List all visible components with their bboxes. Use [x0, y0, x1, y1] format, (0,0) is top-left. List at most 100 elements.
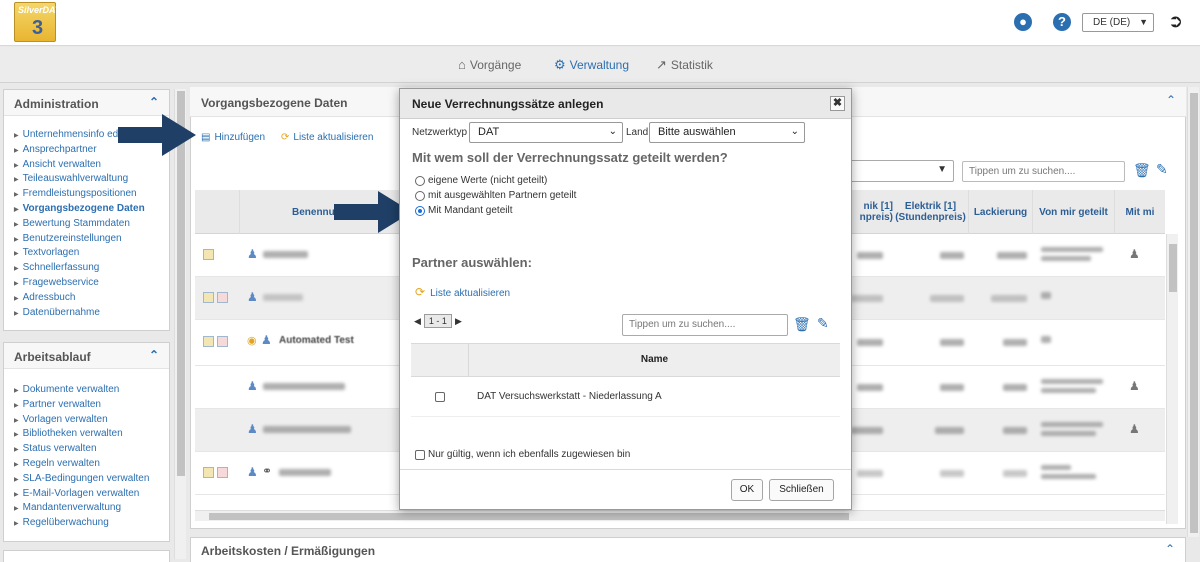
nav-statistik[interactable]: ↗ Statistik	[656, 57, 713, 73]
header-elektrik[interactable]: Elektrik [1] (Stundenpreis)	[893, 190, 969, 234]
sidebar-item-vorgangsbezogene-daten[interactable]: ▶ Vorgangsbezogene Daten	[14, 202, 169, 217]
sidebar-item-vorlagen[interactable]: ▶ Vorlagen verwalten	[14, 413, 169, 428]
dialog-footer: OK Schließen	[400, 469, 851, 509]
radio-mandant[interactable]: Mit Mandant geteilt	[415, 205, 513, 216]
blurred-text	[1041, 465, 1071, 470]
delete-row-icon[interactable]	[217, 336, 228, 347]
close-button[interactable]: Schließen	[769, 479, 834, 501]
delete-row-icon[interactable]	[217, 467, 228, 478]
sidebar-item-bibliotheken[interactable]: ▶ Bibliotheken verwalten	[14, 427, 169, 442]
radio-eigene-werte[interactable]: eigene Werte (nicht geteilt)	[415, 175, 547, 186]
refresh-partner-list-button[interactable]: ⟳ Liste aktualisieren	[415, 285, 510, 299]
header-von-mir-geteilt[interactable]: Von mir geteilt	[1033, 190, 1115, 234]
refresh-label: Liste aktualisieren	[430, 288, 511, 299]
page-scrollbar[interactable]	[1187, 87, 1199, 537]
help-icon[interactable]: ?	[1053, 13, 1071, 31]
header-mit-mir[interactable]: Mit mi	[1115, 190, 1165, 234]
sidebar-item-fremdleistung[interactable]: ▶ Fremdleistungspositionen	[14, 187, 169, 202]
radio-label: mit ausgewählten Partnern geteilt	[428, 190, 577, 201]
netzwerktyp-select[interactable]: DAT ⌄	[469, 122, 623, 143]
chevron-up-icon[interactable]: ⌃	[1166, 93, 1176, 107]
edit-row-icon[interactable]	[203, 292, 214, 303]
blurred-text	[940, 252, 964, 259]
ok-button[interactable]: OK	[731, 479, 763, 501]
sidebar-item-regelueberwachung[interactable]: ▶ Regelüberwachung	[14, 516, 169, 531]
scroll-thumb[interactable]	[1190, 93, 1198, 533]
partner-name: DAT Versuchswerkstatt - Niederlassung A	[477, 391, 662, 402]
only-valid-checkbox-row[interactable]: Nur gültig, wenn ich ebenfalls zugewiese…	[415, 449, 630, 460]
arbeitsablauf-header[interactable]: Arbeitsablauf ⌃	[4, 343, 169, 369]
scroll-thumb[interactable]	[209, 513, 849, 520]
filter-select[interactable]: ▼	[848, 160, 954, 182]
sidebar-item-adressbuch[interactable]: ▶ Adressbuch	[14, 291, 169, 306]
refresh-list-button[interactable]: ⟳ Liste aktualisieren	[281, 132, 373, 143]
logout-icon[interactable]: ➲	[1168, 11, 1183, 32]
refresh-label: Liste aktualisieren	[293, 132, 374, 143]
land-select[interactable]: Bitte auswählen ⌄	[649, 122, 805, 143]
partner-search-input[interactable]: Tippen um zu suchen....	[622, 314, 788, 336]
close-icon[interactable]: ✖	[830, 96, 845, 111]
user-icon[interactable]: ●	[1014, 13, 1032, 31]
table-vertical-scrollbar[interactable]	[1166, 234, 1178, 524]
blurred-text	[279, 469, 331, 476]
blurred-text	[1003, 384, 1027, 391]
sidebar-item-schnellerfassung[interactable]: ▶ Schnellerfassung	[14, 261, 169, 276]
edit-icon[interactable]: ✎	[817, 315, 829, 332]
scroll-thumb[interactable]	[1169, 244, 1177, 292]
row-checkbox[interactable]	[435, 391, 445, 402]
silverdat-logo[interactable]: SilverDAT 3	[14, 2, 60, 42]
sidebar-scrollbar[interactable]	[174, 89, 186, 559]
table-search-input[interactable]: Tippen um zu suchen....	[962, 161, 1125, 182]
sidebar-item-email-vorlagen[interactable]: ▶ E-Mail-Vorlagen verwalten	[14, 487, 169, 502]
chevron-up-icon[interactable]: ⌃	[149, 95, 159, 109]
chevron-down-icon: ⌄	[790, 126, 799, 137]
header-name[interactable]: Name	[469, 344, 840, 376]
radio-button[interactable]	[415, 190, 425, 201]
blurred-text	[1041, 474, 1096, 479]
sidebar-item-ansicht[interactable]: ▶ Ansicht verwalten	[14, 158, 169, 173]
sidebar-item-dokumente[interactable]: ▶ Dokumente verwalten	[14, 383, 169, 398]
arbeitskosten-panel[interactable]: Arbeitskosten / Ermäßigungen ⌃	[190, 537, 1186, 562]
language-value: DE (DE)	[1093, 17, 1131, 28]
only-valid-checkbox[interactable]	[415, 449, 425, 460]
edit-icon[interactable]: ✎	[1156, 161, 1168, 178]
sidebar-item-benutzereinstellungen[interactable]: ▶ Benutzereinstellungen	[14, 232, 169, 247]
radio-button-selected[interactable]	[415, 205, 425, 216]
radio-ausgewaehlte-partner[interactable]: mit ausgewählten Partnern geteilt	[415, 190, 576, 201]
blurred-text	[1003, 339, 1027, 346]
blurred-text	[857, 384, 883, 391]
chevron-up-icon[interactable]: ⌃	[1165, 542, 1175, 556]
add-button[interactable]: ▤ Hinzufügen	[201, 132, 265, 143]
header-technik-partial[interactable]: nik [1] npreis)	[853, 190, 893, 234]
sidebar-item-fragewebservice[interactable]: ▶ Fragewebservice	[14, 276, 169, 291]
edit-row-icon[interactable]	[203, 336, 214, 347]
sidebar-item-teileauswahl[interactable]: ▶ Teileauswahlverwaltung	[14, 172, 169, 187]
radio-button[interactable]	[415, 175, 425, 186]
page-indicator[interactable]: 1 - 1	[423, 314, 452, 328]
row-name: Automated Test	[279, 335, 354, 346]
sidebar-item-mandanten[interactable]: ▶ Mandantenverwaltung	[14, 501, 169, 516]
table-row[interactable]: DAT Versuchswerkstatt - Niederlassung A	[411, 377, 840, 417]
sidebar-item-sla[interactable]: ▶ SLA-Bedingungen verwalten	[14, 472, 169, 487]
table-horizontal-scrollbar[interactable]	[195, 510, 1165, 521]
sidebar-item-partner[interactable]: ▶ Partner verwalten	[14, 398, 169, 413]
next-page-icon[interactable]: ▶	[455, 316, 462, 327]
shared-user-icon: ♟	[1129, 422, 1140, 436]
sidebar-item-bewertung[interactable]: ▶ Bewertung Stammdaten	[14, 217, 169, 232]
edit-row-icon[interactable]	[203, 249, 214, 260]
chevron-up-icon[interactable]: ⌃	[149, 348, 159, 362]
header-lackierung[interactable]: Lackierung	[969, 190, 1033, 234]
edit-row-icon[interactable]	[203, 467, 214, 478]
blurred-text	[1041, 336, 1051, 343]
language-select[interactable]: DE (DE) ▼	[1082, 13, 1154, 32]
sidebar-item-textvorlagen[interactable]: ▶ Textvorlagen	[14, 246, 169, 261]
nav-verwaltung[interactable]: ⚙ Verwaltung	[554, 57, 629, 73]
nav-vorgaenge[interactable]: ⌂ Vorgänge	[458, 57, 521, 72]
sidebar-item-regeln[interactable]: ▶ Regeln verwalten	[14, 457, 169, 472]
delete-row-icon[interactable]	[217, 292, 228, 303]
sidebar-item-datenuebernahme[interactable]: ▶ Datenübernahme	[14, 306, 169, 321]
trash-icon[interactable]: 🗑	[1133, 162, 1151, 179]
prev-page-icon[interactable]: ◀	[414, 316, 421, 327]
sidebar-item-status[interactable]: ▶ Status verwalten	[14, 442, 169, 457]
trash-icon[interactable]: 🗑	[793, 316, 811, 333]
